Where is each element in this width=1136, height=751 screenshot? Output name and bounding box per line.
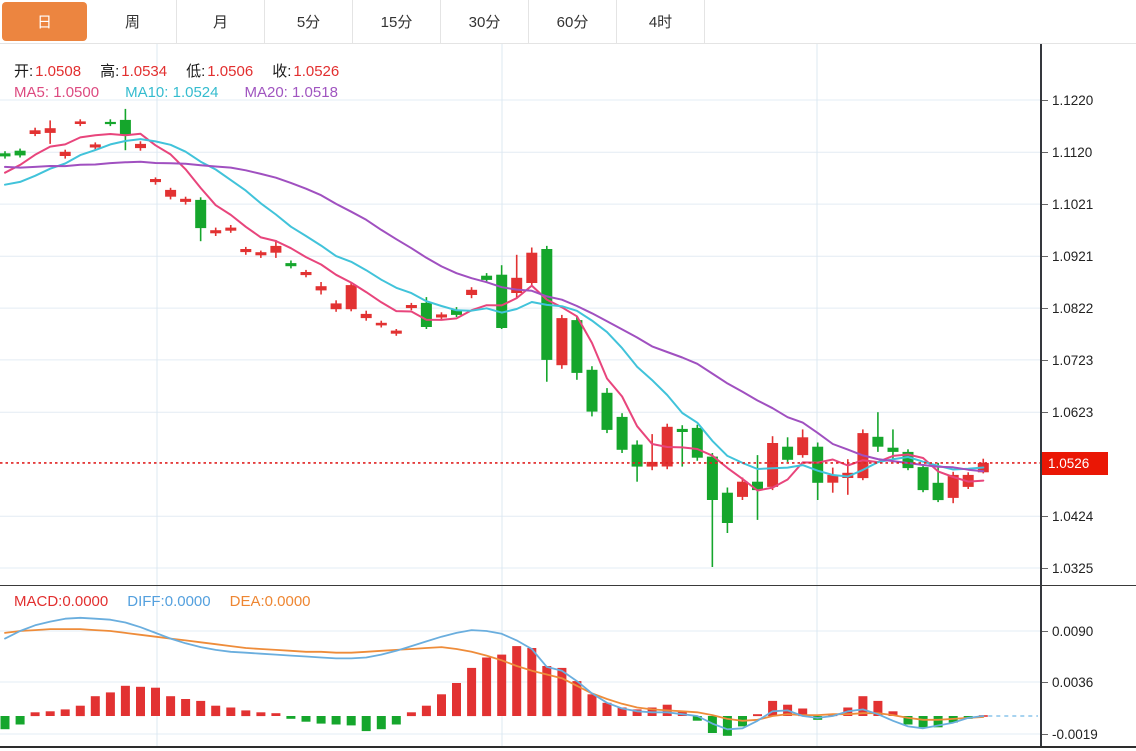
price-tick: 1.1120 (1042, 142, 1092, 162)
tick-mark (1042, 682, 1048, 683)
price-tick: 1.0723 (1042, 350, 1093, 370)
tick-mark (1042, 734, 1048, 735)
macd-value-axis: 0.0090 0.0036 -0.0019 (1040, 585, 1136, 747)
macd-legend: MACD:0.0000 DIFF:0.0000 DEA:0.0000 (14, 593, 330, 610)
macd-tick: -0.0019 (1042, 724, 1098, 744)
tick-mark (1042, 516, 1048, 517)
ma-legend: MA5: 1.0500 MA10: 1.0524 MA20: 1.0518 (14, 84, 364, 101)
tab-60min[interactable]: 60分 (529, 0, 617, 43)
ma20-value: MA20: 1.0518 (245, 84, 338, 101)
tick-mark (1042, 631, 1048, 632)
price-tick: 1.0623 (1042, 402, 1093, 422)
dea-value: DEA:0.0000 (230, 593, 311, 610)
ma5-value: MA5: 1.0500 (14, 84, 99, 101)
tab-week[interactable]: 周 (89, 0, 177, 43)
timeframe-tab-bar: 日周月5分15分30分60分4时 (0, 0, 1136, 44)
tab-30min[interactable]: 30分 (441, 0, 529, 43)
tick-mark (1042, 100, 1048, 101)
diff-value: DIFF:0.0000 (127, 593, 210, 610)
price-tick: 1.0822 (1042, 298, 1093, 318)
macd-tick: 0.0036 (1042, 672, 1093, 692)
macd-value: MACD:0.0000 (14, 593, 108, 610)
tick-mark (1042, 204, 1048, 205)
tick-mark (1042, 568, 1048, 569)
tick-mark (1042, 412, 1048, 413)
price-tick: 1.0921 (1042, 246, 1093, 266)
trading-chart-app: 日周月5分15分30分60分4时 开:1.0508 高:1.0534 低:1.0… (0, 0, 1136, 751)
tick-mark (1042, 152, 1048, 153)
macd-panel[interactable]: MACD:0.0000 DIFF:0.0000 DEA:0.0000 (0, 585, 1040, 747)
tab-5min[interactable]: 5分 (265, 0, 353, 43)
tab-day[interactable]: 日 (2, 2, 87, 41)
low-value: 低:1.0506 (186, 60, 253, 81)
price-tick: 1.0325 (1042, 558, 1093, 578)
tick-mark (1042, 360, 1048, 361)
macd-chart[interactable] (0, 586, 1040, 747)
candlestick-chart[interactable] (0, 44, 1040, 585)
tick-mark (1042, 256, 1048, 257)
price-tick: 1.0424 (1042, 506, 1093, 526)
price-tick: 1.1021 (1042, 194, 1093, 214)
ohlc-legend: 开:1.0508 高:1.0534 低:1.0506 收:1.0526 (14, 60, 358, 81)
tick-mark (1042, 308, 1048, 309)
tab-4hour[interactable]: 4时 (617, 0, 705, 43)
price-axis: 1.1220 1.1120 1.1021 1.0921 1.0822 1.0723 1.06… (1040, 44, 1136, 585)
tab-month[interactable]: 月 (177, 0, 265, 43)
macd-tick: 0.0090 (1042, 621, 1093, 641)
price-tick: 1.1220 (1042, 90, 1093, 110)
open-value: 开:1.0508 (14, 60, 81, 81)
high-value: 高:1.0534 (100, 60, 167, 81)
main-price-chart[interactable]: 开:1.0508 高:1.0534 低:1.0506 收:1.0526 MA5:… (0, 44, 1040, 585)
bottom-border (0, 746, 1136, 748)
close-value: 收:1.0526 (272, 60, 339, 81)
ma10-value: MA10: 1.0524 (125, 84, 218, 101)
tab-15min[interactable]: 15分 (353, 0, 441, 43)
last-price-tag: 1.0526 (1042, 452, 1108, 475)
